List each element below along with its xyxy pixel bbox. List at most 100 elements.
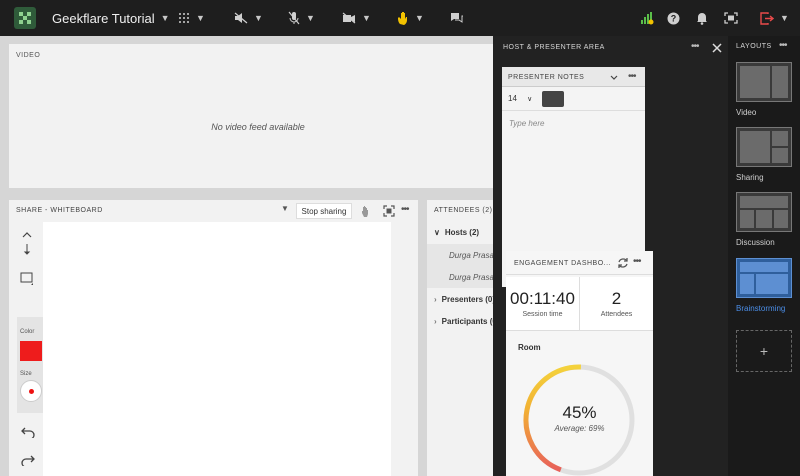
engagement-header: ENGAGEMENT DASHBO... ••• — [506, 251, 653, 275]
camera-off-icon — [342, 12, 356, 24]
tool-properties-panel: Color Size — [17, 317, 45, 413]
color-swatch[interactable] — [20, 341, 42, 361]
attendees-stat-label: Attendees — [600, 311, 633, 318]
whiteboard-canvas[interactable] — [43, 222, 391, 476]
app-logo-icon[interactable] — [14, 7, 36, 29]
signal-icon — [641, 12, 654, 25]
notes-toolbar: 14 ∨ — [502, 87, 645, 111]
top-bar: Geekflare Tutorial ▼ ▼ ▼ ▼ ▼ ▼ ? ▼ — [0, 0, 800, 36]
presenters-group-label: Presenters (0) — [441, 294, 496, 304]
font-size-value: 14 — [508, 94, 517, 103]
pen-tool-icon[interactable] — [23, 243, 31, 255]
raise-hand-button[interactable]: ▼ — [397, 0, 424, 36]
host-presenter-area: HOST & PRESENTER AREA ••• PRESENTER NOTE… — [493, 36, 728, 476]
size-label: Size — [20, 371, 32, 377]
size-selector[interactable] — [20, 380, 42, 402]
room-label: Room — [518, 343, 541, 352]
notes-input[interactable]: Type here — [509, 119, 544, 128]
mic-muted-icon — [288, 11, 300, 25]
attendees-count: 2 — [611, 289, 622, 308]
video-pod-title: VIDEO — [16, 52, 41, 59]
no-video-message: No video feed available — [211, 122, 305, 132]
chevron-down-icon: ▼ — [254, 13, 263, 23]
layout-preview-icon — [740, 262, 788, 294]
chevron-down-icon: ▼ — [415, 13, 424, 23]
chevron-down-icon[interactable] — [610, 75, 618, 80]
share-pod-title: SHARE - WHITEBOARD — [16, 207, 103, 214]
pointer-hand-icon[interactable] — [360, 205, 372, 218]
more-options-icon[interactable]: ••• — [628, 71, 636, 82]
add-layout-button[interactable]: + — [736, 330, 792, 372]
exit-icon — [760, 11, 774, 25]
layout-preview-icon — [740, 196, 788, 228]
layout-name[interactable]: Brainstorming — [736, 304, 785, 313]
stop-sharing-button[interactable]: Stop sharing — [296, 203, 352, 219]
connection-status-button[interactable] — [640, 0, 654, 36]
layout-preview-icon — [740, 131, 788, 163]
layout-thumb-sharing[interactable] — [736, 127, 792, 167]
layout-name[interactable]: Video — [736, 108, 756, 117]
fullscreen-button[interactable] — [724, 0, 738, 36]
more-options-icon[interactable]: ••• — [633, 256, 641, 267]
chevron-right-icon: › — [434, 316, 437, 326]
layout-preview-icon — [740, 66, 788, 98]
exit-meeting-button[interactable]: ▼ — [760, 0, 789, 36]
help-icon: ? — [667, 12, 680, 24]
chevron-down-icon: ▼ — [362, 13, 371, 23]
presenter-notes-title: PRESENTER NOTES — [508, 74, 585, 81]
chevron-down-icon: ▼ — [196, 13, 205, 23]
chevron-down-icon: ▼ — [780, 13, 789, 23]
speaker-button[interactable]: ▼ — [234, 0, 263, 36]
font-color-swatch[interactable] — [542, 91, 564, 107]
more-options-icon[interactable]: ••• — [401, 204, 409, 215]
chevron-down-icon[interactable]: ▼ — [281, 204, 289, 213]
layout-name[interactable]: Discussion — [736, 238, 775, 247]
bell-icon — [697, 12, 707, 25]
chevron-right-icon: › — [434, 294, 437, 304]
session-time-label: Session time — [522, 311, 563, 318]
presenter-notes-header: PRESENTER NOTES ••• — [502, 67, 645, 87]
chevron-down-icon: ∨ — [527, 96, 533, 103]
chevron-down-icon: ▼ — [306, 13, 315, 23]
raise-hand-icon — [398, 12, 407, 25]
close-icon[interactable] — [712, 43, 722, 53]
chevron-down-icon: ∨ — [434, 227, 440, 237]
share-pod-header: SHARE - WHITEBOARD ▼ Stop sharing ••• — [9, 200, 418, 222]
color-label: Color — [20, 329, 35, 335]
more-options-icon[interactable]: ••• — [691, 41, 699, 52]
shape-tool-icon[interactable] — [20, 272, 34, 286]
engagement-title: ENGAGEMENT DASHBO... — [514, 260, 611, 267]
redo-icon[interactable] — [21, 454, 35, 466]
apps-menu-button[interactable]: ▼ — [178, 0, 205, 36]
layout-thumb-brainstorming[interactable] — [736, 258, 792, 298]
camera-button[interactable]: ▼ — [342, 0, 371, 36]
more-options-icon[interactable]: ••• — [779, 40, 787, 51]
undo-icon[interactable] — [21, 426, 35, 438]
session-time-stat: 00:11:40 Session time — [506, 277, 580, 331]
meeting-title-menu[interactable]: Geekflare Tutorial ▼ — [52, 0, 170, 36]
meeting-title: Geekflare Tutorial — [52, 10, 155, 26]
collapse-up-icon[interactable] — [22, 232, 32, 238]
microphone-button[interactable]: ▼ — [288, 0, 315, 36]
apps-grid-icon — [179, 13, 189, 23]
help-button[interactable]: ? — [667, 0, 680, 36]
fullscreen-icon — [724, 12, 738, 24]
participants-group-label: Participants (0) — [441, 316, 500, 326]
gauge-percent: 45% — [562, 403, 597, 422]
refresh-icon[interactable] — [617, 257, 629, 269]
layout-thumb-discussion[interactable] — [736, 192, 792, 232]
layout-thumb-video[interactable] — [736, 62, 792, 102]
layout-name[interactable]: Sharing — [736, 173, 764, 182]
engagement-dashboard-pod: ENGAGEMENT DASHBO... ••• 00:11:40 Sessio… — [506, 251, 653, 476]
whiteboard-toolbar: Color Size — [13, 222, 45, 476]
fullscreen-icon[interactable] — [383, 205, 395, 217]
chevron-down-icon: ▼ — [160, 13, 170, 23]
speaker-muted-icon — [234, 12, 248, 24]
gauge-average: Average: 69% — [554, 424, 605, 433]
layouts-title: LAYOUTS — [736, 43, 772, 50]
notifications-button[interactable] — [696, 0, 708, 36]
chat-button[interactable] — [450, 0, 464, 36]
font-size-select[interactable]: 14 ∨ — [508, 94, 532, 103]
share-whiteboard-pod: SHARE - WHITEBOARD ▼ Stop sharing ••• Co… — [9, 200, 418, 476]
hosts-group-label: Hosts (2) — [444, 227, 480, 237]
